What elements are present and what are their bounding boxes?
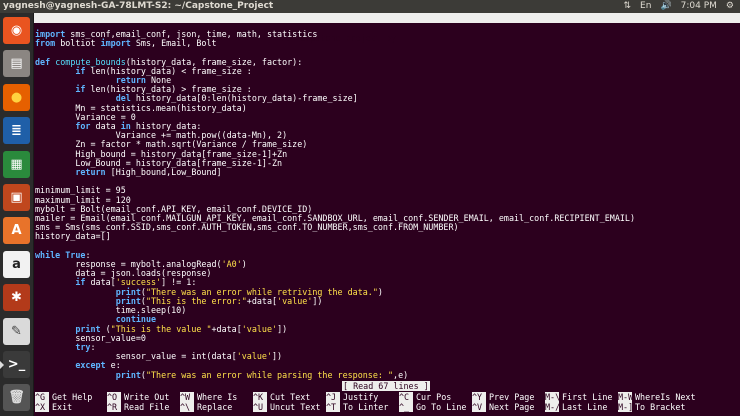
shortcut-read-file: ^R Read File	[107, 402, 169, 412]
shortcut-label: To Bracket	[635, 402, 686, 412]
shortcut-key: ^O	[107, 392, 121, 402]
code-line[interactable]: return [High_bound,Low_Bound]	[35, 167, 221, 177]
launcher-files-button[interactable]: ▤	[3, 50, 30, 78]
firefox-icon: ●	[10, 89, 23, 105]
network-icon[interactable]: ⇅	[624, 0, 632, 13]
writer-icon: ≣	[11, 123, 22, 139]
clock[interactable]: 7:04 PM	[681, 0, 717, 13]
code-line[interactable]: print("There was an error while parsing …	[35, 370, 408, 380]
shortcut-label: Last Line	[562, 402, 608, 412]
nano-title-bar: GNU nano 2.5.3 File: capstone_project.py	[34, 13, 740, 43]
settings-icon: ✱	[11, 290, 22, 306]
launcher-settings-button[interactable]: ✱	[3, 284, 30, 312]
shortcut-label: Exit	[52, 402, 73, 412]
shortcut-key: M-\	[545, 392, 561, 402]
code-line[interactable]: from boltiot import Sms, Email, Bolt	[35, 38, 217, 48]
shortcut-key: ^R	[107, 402, 121, 412]
shortcut-key: ^_	[399, 402, 413, 412]
shortcut-go-to-line: ^_ Go To Line	[399, 402, 466, 412]
launcher-trash-button[interactable]: 🗑	[3, 384, 30, 412]
volume-icon[interactable]: 🔊	[660, 0, 671, 13]
window-title: yagnesh@yagnesh-GA-78LMT-S2: ~/Capstone_…	[3, 1, 274, 11]
shortcut-label: First Line	[562, 392, 613, 402]
terminal-window[interactable]: GNU nano 2.5.3 File: capstone_project.py…	[34, 13, 740, 416]
shortcut-key: ^T	[326, 402, 340, 412]
code-editor-text[interactable]: import sms_conf,email_conf, json, time, …	[35, 29, 635, 380]
launcher-impress-button[interactable]: ▣	[3, 184, 30, 211]
launcher-terminal-button[interactable]: >_	[0, 351, 30, 378]
shortcut-key: ^V	[472, 402, 486, 412]
shortcut-label: WhereIs Next	[635, 392, 696, 402]
shortcut-cur-pos: ^C Cur Pos	[399, 392, 451, 402]
shortcut-label: To Linter	[343, 402, 389, 412]
shortcut-key: ^J	[326, 392, 340, 402]
shortcut-key: M-]	[618, 402, 634, 412]
power-menu-icon[interactable]: ⚙	[726, 0, 734, 13]
shortcut-key: ^K	[253, 392, 267, 402]
launcher-text-editor-button[interactable]: ✎	[3, 317, 30, 345]
shortcut-first-line: M-\ First Line	[545, 392, 612, 402]
shortcut-label: Cur Pos	[416, 392, 452, 402]
shortcut-where-is: ^W Where Is	[180, 392, 237, 402]
shortcut-last-line: M-/Last Line	[545, 402, 607, 412]
system-top-bar: yagnesh@yagnesh-GA-78LMT-S2: ~/Capstone_…	[0, 0, 740, 13]
shortcut-label: Write Out	[124, 392, 170, 402]
shortcut-get-help: ^G Get Help	[35, 392, 92, 402]
shortcut-key: ^X	[35, 402, 49, 412]
keyboard-language-indicator[interactable]: En	[640, 0, 651, 13]
shortcut-key: ^U	[253, 402, 267, 412]
software-center-icon: A	[11, 223, 22, 239]
shortcut-label: Replace	[197, 402, 233, 412]
terminal-icon: >_	[7, 357, 26, 372]
launcher-dash-button[interactable]: ◉	[3, 17, 30, 44]
shortcut-replace: ^\ Replace	[180, 402, 232, 412]
shortcut-key: ^Y	[472, 392, 486, 402]
text-editor-icon: ✎	[11, 323, 22, 339]
shortcut-to-linter: ^T To Linter	[326, 402, 388, 412]
shortcut-key: M-/	[545, 402, 561, 412]
amazon-icon: a	[12, 256, 21, 272]
shortcut-prev-page: ^Y Prev Page	[472, 392, 534, 402]
shortcut-uncut-text: ^U Uncut Text	[253, 402, 320, 412]
launcher-amazon-button[interactable]: a	[3, 250, 30, 278]
shortcut-label: Cut Text	[270, 392, 311, 402]
shortcut-label: Read File	[124, 402, 170, 412]
shortcut-exit: ^X Exit	[35, 402, 72, 412]
trash-icon: 🗑	[8, 390, 25, 406]
shortcut-label: Go To Line	[416, 402, 467, 412]
shortcut-justify: ^J Justify	[326, 392, 378, 402]
nano-shortcut-bar: ^G Get Help ^X Exit ^O Write Out ^R Read File ^W…	[34, 390, 740, 416]
launcher-writer-button[interactable]: ≣	[3, 117, 30, 145]
shortcut-label: Get Help	[52, 392, 93, 402]
shortcut-cut-text: ^K Cut Text	[253, 392, 310, 402]
system-tray: ⇅ En 🔊 7:04 PM ⚙	[624, 0, 735, 13]
shortcut-label: Justify	[343, 392, 379, 402]
launcher-calc-button[interactable]: ▦	[3, 150, 30, 178]
launcher-sidebar: ◉ ▤ ● ≣ ▦ ▣ Aa ✱ ✎ >_ 🗑	[0, 13, 34, 416]
shortcut-key: ^C	[399, 392, 413, 402]
shortcut-label: Prev Page	[489, 392, 535, 402]
launcher-firefox-button[interactable]: ●	[3, 83, 30, 111]
shortcut-write-out: ^O Write Out	[107, 392, 169, 402]
shortcut-label: Uncut Text	[270, 402, 321, 412]
code-line[interactable]: history_data=[]	[35, 231, 111, 241]
shortcut-label: Where Is	[197, 392, 238, 402]
files-icon: ▤	[10, 56, 23, 72]
shortcut-whereis-next: M-W WhereIs Next	[618, 392, 696, 402]
shortcut-key: ^W	[180, 392, 194, 402]
shortcut-key: M-W	[618, 392, 634, 402]
impress-icon: ▣	[10, 190, 23, 205]
shortcut-key: ^G	[35, 392, 49, 402]
shortcut-next-page: ^V Next Page	[472, 402, 534, 412]
shortcut-key: ^\	[180, 402, 194, 412]
shortcut-label: Next Page	[489, 402, 535, 412]
dash-icon: ◉	[10, 23, 23, 38]
shortcut-to-bracket: M-] To Bracket	[618, 402, 685, 412]
launcher-software-center-button[interactable]: A	[3, 217, 30, 245]
calc-icon: ▦	[10, 156, 23, 172]
